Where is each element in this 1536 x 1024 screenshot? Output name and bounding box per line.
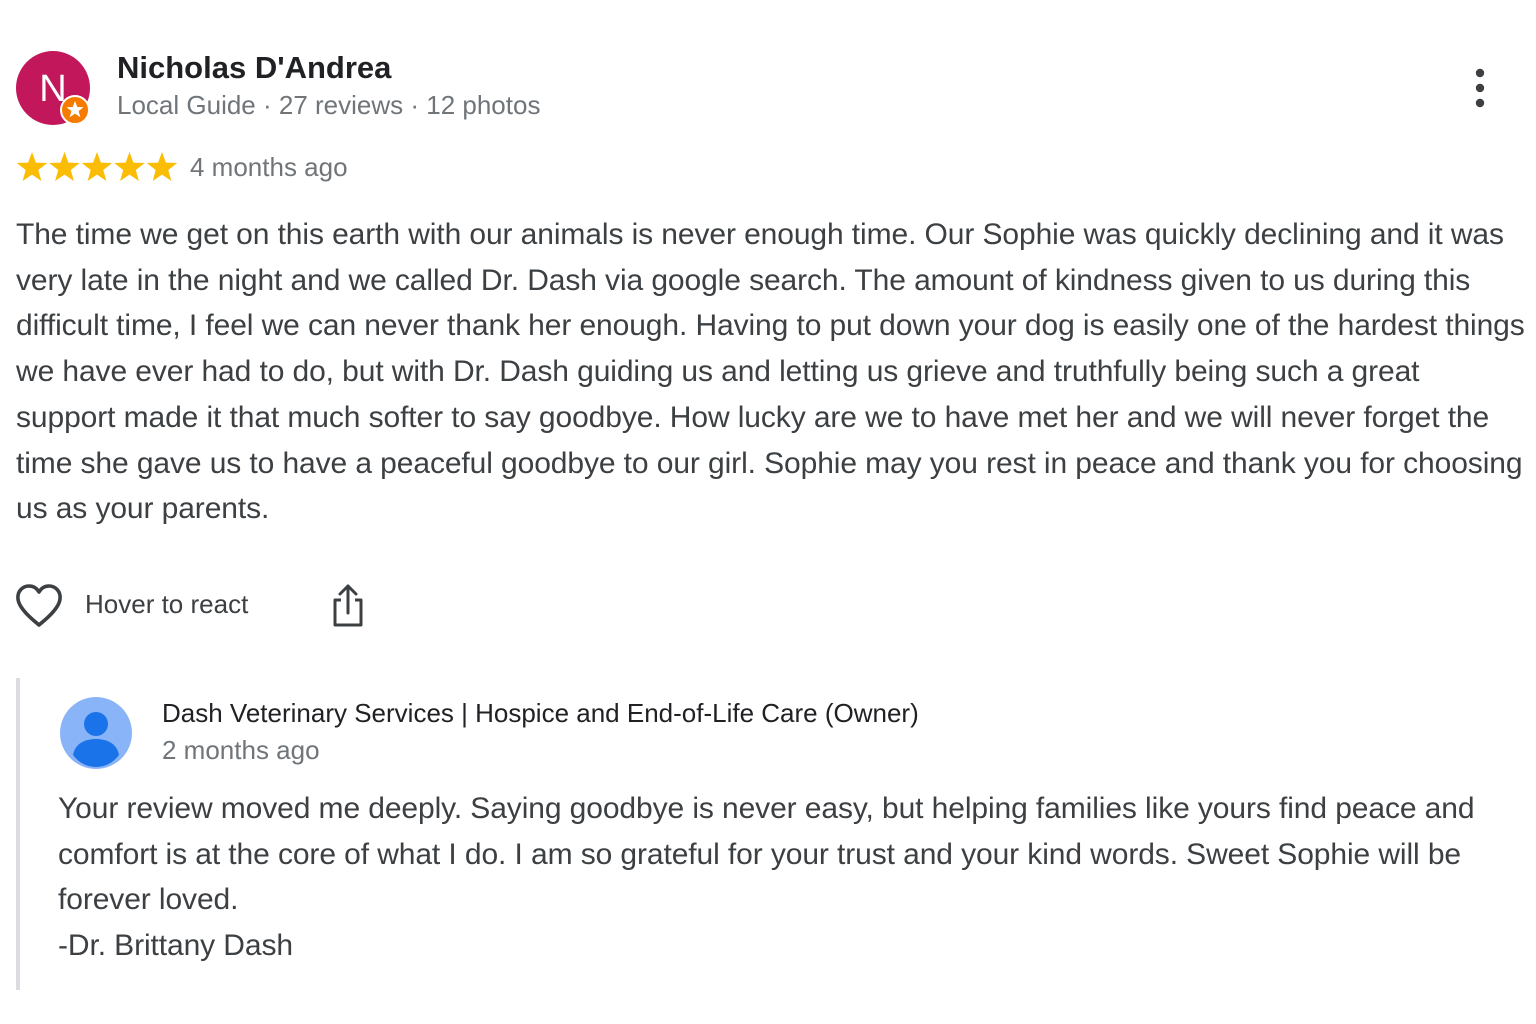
reply-signature: -Dr. Brittany Dash [58, 929, 293, 963]
react-label: Hover to react [85, 589, 249, 619]
reviewer-name[interactable]: Nicholas D'Andrea [117, 50, 391, 86]
review-text: The time we get on this earth with our a… [16, 218, 1525, 526]
star-rating [16, 152, 178, 181]
more-vert-icon[interactable] [1460, 66, 1500, 110]
share-icon[interactable] [328, 581, 368, 629]
star-icon [81, 152, 113, 181]
reply-date: 2 months ago [162, 735, 320, 765]
owner-name[interactable]: Dash Veterinary Services | Hospice and E… [162, 698, 919, 729]
local-guide-badge-icon [60, 95, 90, 125]
star-icon [114, 152, 145, 181]
star-icon [49, 152, 80, 181]
review-date: 4 months ago [190, 152, 348, 182]
reply-body: Your review moved me deeply. Saying good… [58, 792, 1475, 917]
person-icon[interactable] [60, 697, 132, 769]
star-icon [146, 152, 178, 181]
reply-text: Your review moved me deeply. Saying good… [58, 786, 1518, 969]
star-icon [16, 152, 48, 181]
heart-outline-icon [16, 584, 62, 627]
review-card: N Nicholas D'Andrea Local Guide · 27 rev… [0, 0, 1536, 1024]
reviewer-meta: Local Guide · 27 reviews · 12 photos [117, 90, 541, 120]
owner-reply: Dash Veterinary Services | Hospice and E… [16, 678, 1530, 990]
